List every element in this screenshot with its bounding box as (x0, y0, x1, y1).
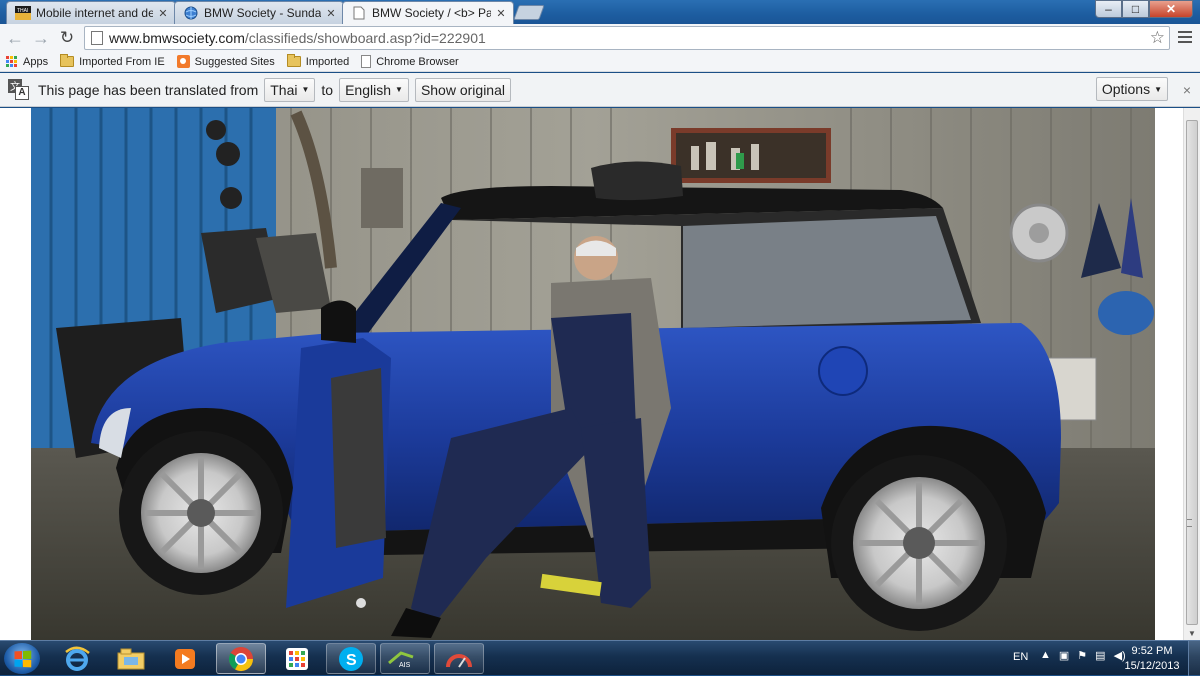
close-window-button[interactable]: ✕ (1149, 0, 1193, 18)
translate-infobar: 文A This page has been translated from Th… (0, 73, 1200, 107)
chrome-taskbar-button[interactable] (216, 643, 266, 674)
url-text: www.bmwsociety.com/classifieds/showboard… (109, 30, 486, 46)
show-desktop-button[interactable] (1188, 641, 1200, 676)
media-player-icon (175, 648, 195, 669)
bookmark-chrome-browser[interactable]: Chrome Browser (361, 55, 459, 68)
source-language-select[interactable]: Thai ▼ (264, 77, 316, 102)
maximize-button[interactable]: □ (1122, 0, 1149, 18)
chrome-menu-icon[interactable] (1178, 31, 1192, 46)
browser-toolbar: ← → ↻ www.bmwsociety.com/classifieds/sho… (0, 24, 1200, 52)
tab-mobile-internet[interactable]: THAI Mobile internet and devic ✕ (6, 1, 176, 24)
app-grid-icon (286, 647, 308, 670)
listing-photo[interactable] (31, 108, 1155, 640)
car-repair-photo (31, 108, 1155, 640)
action-center-flag-icon[interactable]: ⚑ (1077, 649, 1087, 662)
input-language-indicator[interactable]: EN (1013, 651, 1028, 663)
network-icon[interactable]: ▤ (1095, 649, 1105, 662)
windows-taskbar: S AIS EN ▲ ▣ ⚑ ▤ ◀) 9:52 PM 15/12/2013 (0, 640, 1200, 676)
internet-explorer-icon (65, 646, 90, 671)
page-icon (91, 31, 103, 45)
minimize-button[interactable]: – (1095, 0, 1122, 18)
skype-taskbar-button[interactable]: S (326, 643, 376, 674)
folder-icon (60, 54, 75, 67)
clock-date: 15/12/2013 (1124, 660, 1180, 672)
clock-time: 9:52 PM (1131, 645, 1173, 657)
start-button[interactable] (4, 643, 40, 674)
windows-logo-icon (14, 650, 32, 667)
chrome-icon (228, 646, 253, 671)
window-controls: – □ ✕ (1095, 0, 1193, 18)
show-hidden-icons-icon[interactable]: ▲ (1040, 649, 1051, 662)
translate-to-label: to (321, 81, 334, 98)
windows-explorer-icon (117, 648, 145, 669)
speedometer-app-icon (446, 653, 472, 668)
back-arrow-icon[interactable]: ← (2, 25, 28, 51)
ais-app-icon: AIS (388, 650, 414, 669)
forward-arrow-icon[interactable]: → (28, 25, 54, 51)
dropdown-caret-icon: ▼ (1154, 84, 1162, 94)
bookmark-star-icon[interactable]: ☆ (1150, 28, 1165, 48)
tab-bmw-society-sunday[interactable]: BMW Society - Sunday 15 ✕ (174, 1, 344, 24)
tab-strip: THAI Mobile internet and devic ✕ BMW Soc… (0, 0, 1200, 24)
folder-icon (286, 54, 301, 67)
skype-icon: S (339, 646, 363, 671)
speedometer-taskbar-button[interactable] (434, 643, 484, 674)
bookmark-suggested-sites[interactable]: Suggested Sites (176, 55, 275, 68)
page-icon (351, 5, 367, 21)
windows-explorer-taskbar-button[interactable] (106, 643, 156, 674)
tab-close-icon[interactable]: ✕ (157, 7, 169, 20)
address-bar[interactable]: www.bmwsociety.com/classifieds/showboard… (84, 26, 1170, 50)
target-language-select[interactable]: English ▼ (339, 77, 409, 102)
reload-icon[interactable]: ↻ (54, 25, 80, 51)
tab-close-icon[interactable]: ✕ (325, 7, 337, 20)
close-infobar-icon[interactable]: × (1183, 82, 1191, 98)
bookmark-imported[interactable]: Imported (286, 54, 349, 68)
ais-site-favicon-icon: THAI (15, 5, 31, 21)
apps-grid-icon (6, 55, 18, 68)
tab-bmw-society-parts[interactable]: BMW Society / <b> Parts ✕ (342, 1, 514, 24)
suggested-sites-icon (176, 55, 190, 68)
tab-title: BMW Society / <b> Parts (372, 6, 491, 20)
translate-options-button[interactable]: Options ▼ (1095, 77, 1168, 101)
bookmark-apps[interactable]: Apps (6, 55, 48, 68)
clock[interactable]: 9:52 PM 15/12/2013 (1124, 644, 1180, 674)
scrollbar-grip-icon (1187, 519, 1192, 527)
safely-remove-hardware-icon[interactable]: ▣ (1059, 649, 1069, 662)
system-tray: ▲ ▣ ⚑ ▤ ◀) (1040, 649, 1126, 662)
show-original-button[interactable]: Show original (414, 77, 511, 102)
translate-icon: 文A (8, 78, 30, 101)
translate-message: This page has been translated from (38, 81, 259, 98)
scroll-down-arrow-icon[interactable]: ▼ (1188, 629, 1196, 638)
internet-explorer-taskbar-button[interactable] (52, 643, 102, 674)
svg-text:THAI: THAI (17, 8, 28, 14)
ais-taskbar-button[interactable]: AIS (380, 643, 430, 674)
globe-icon (183, 5, 199, 21)
bookmark-imported-from-ie[interactable]: Imported From IE (60, 54, 165, 68)
tab-title: Mobile internet and devic (36, 6, 153, 20)
page-icon (361, 55, 372, 68)
rear-wheel (831, 455, 1007, 631)
dropdown-caret-icon: ▼ (301, 85, 310, 94)
svg-text:AIS: AIS (399, 662, 411, 669)
front-wheel (119, 431, 283, 595)
bookmarks-bar: Apps Imported From IE Suggested Sites Im… (0, 52, 1200, 72)
new-tab-button[interactable] (513, 5, 545, 20)
scrollbar-thumb[interactable] (1186, 120, 1198, 625)
app-grid-taskbar-button[interactable] (272, 643, 322, 674)
tab-close-icon[interactable]: ✕ (495, 7, 507, 20)
dropdown-caret-icon: ▼ (395, 85, 403, 94)
tab-title: BMW Society - Sunday 15 (204, 6, 321, 20)
svg-text:S: S (346, 652, 357, 669)
page-content (0, 108, 1183, 640)
vertical-scrollbar[interactable]: ▼ (1183, 108, 1200, 640)
media-player-taskbar-button[interactable] (160, 643, 210, 674)
